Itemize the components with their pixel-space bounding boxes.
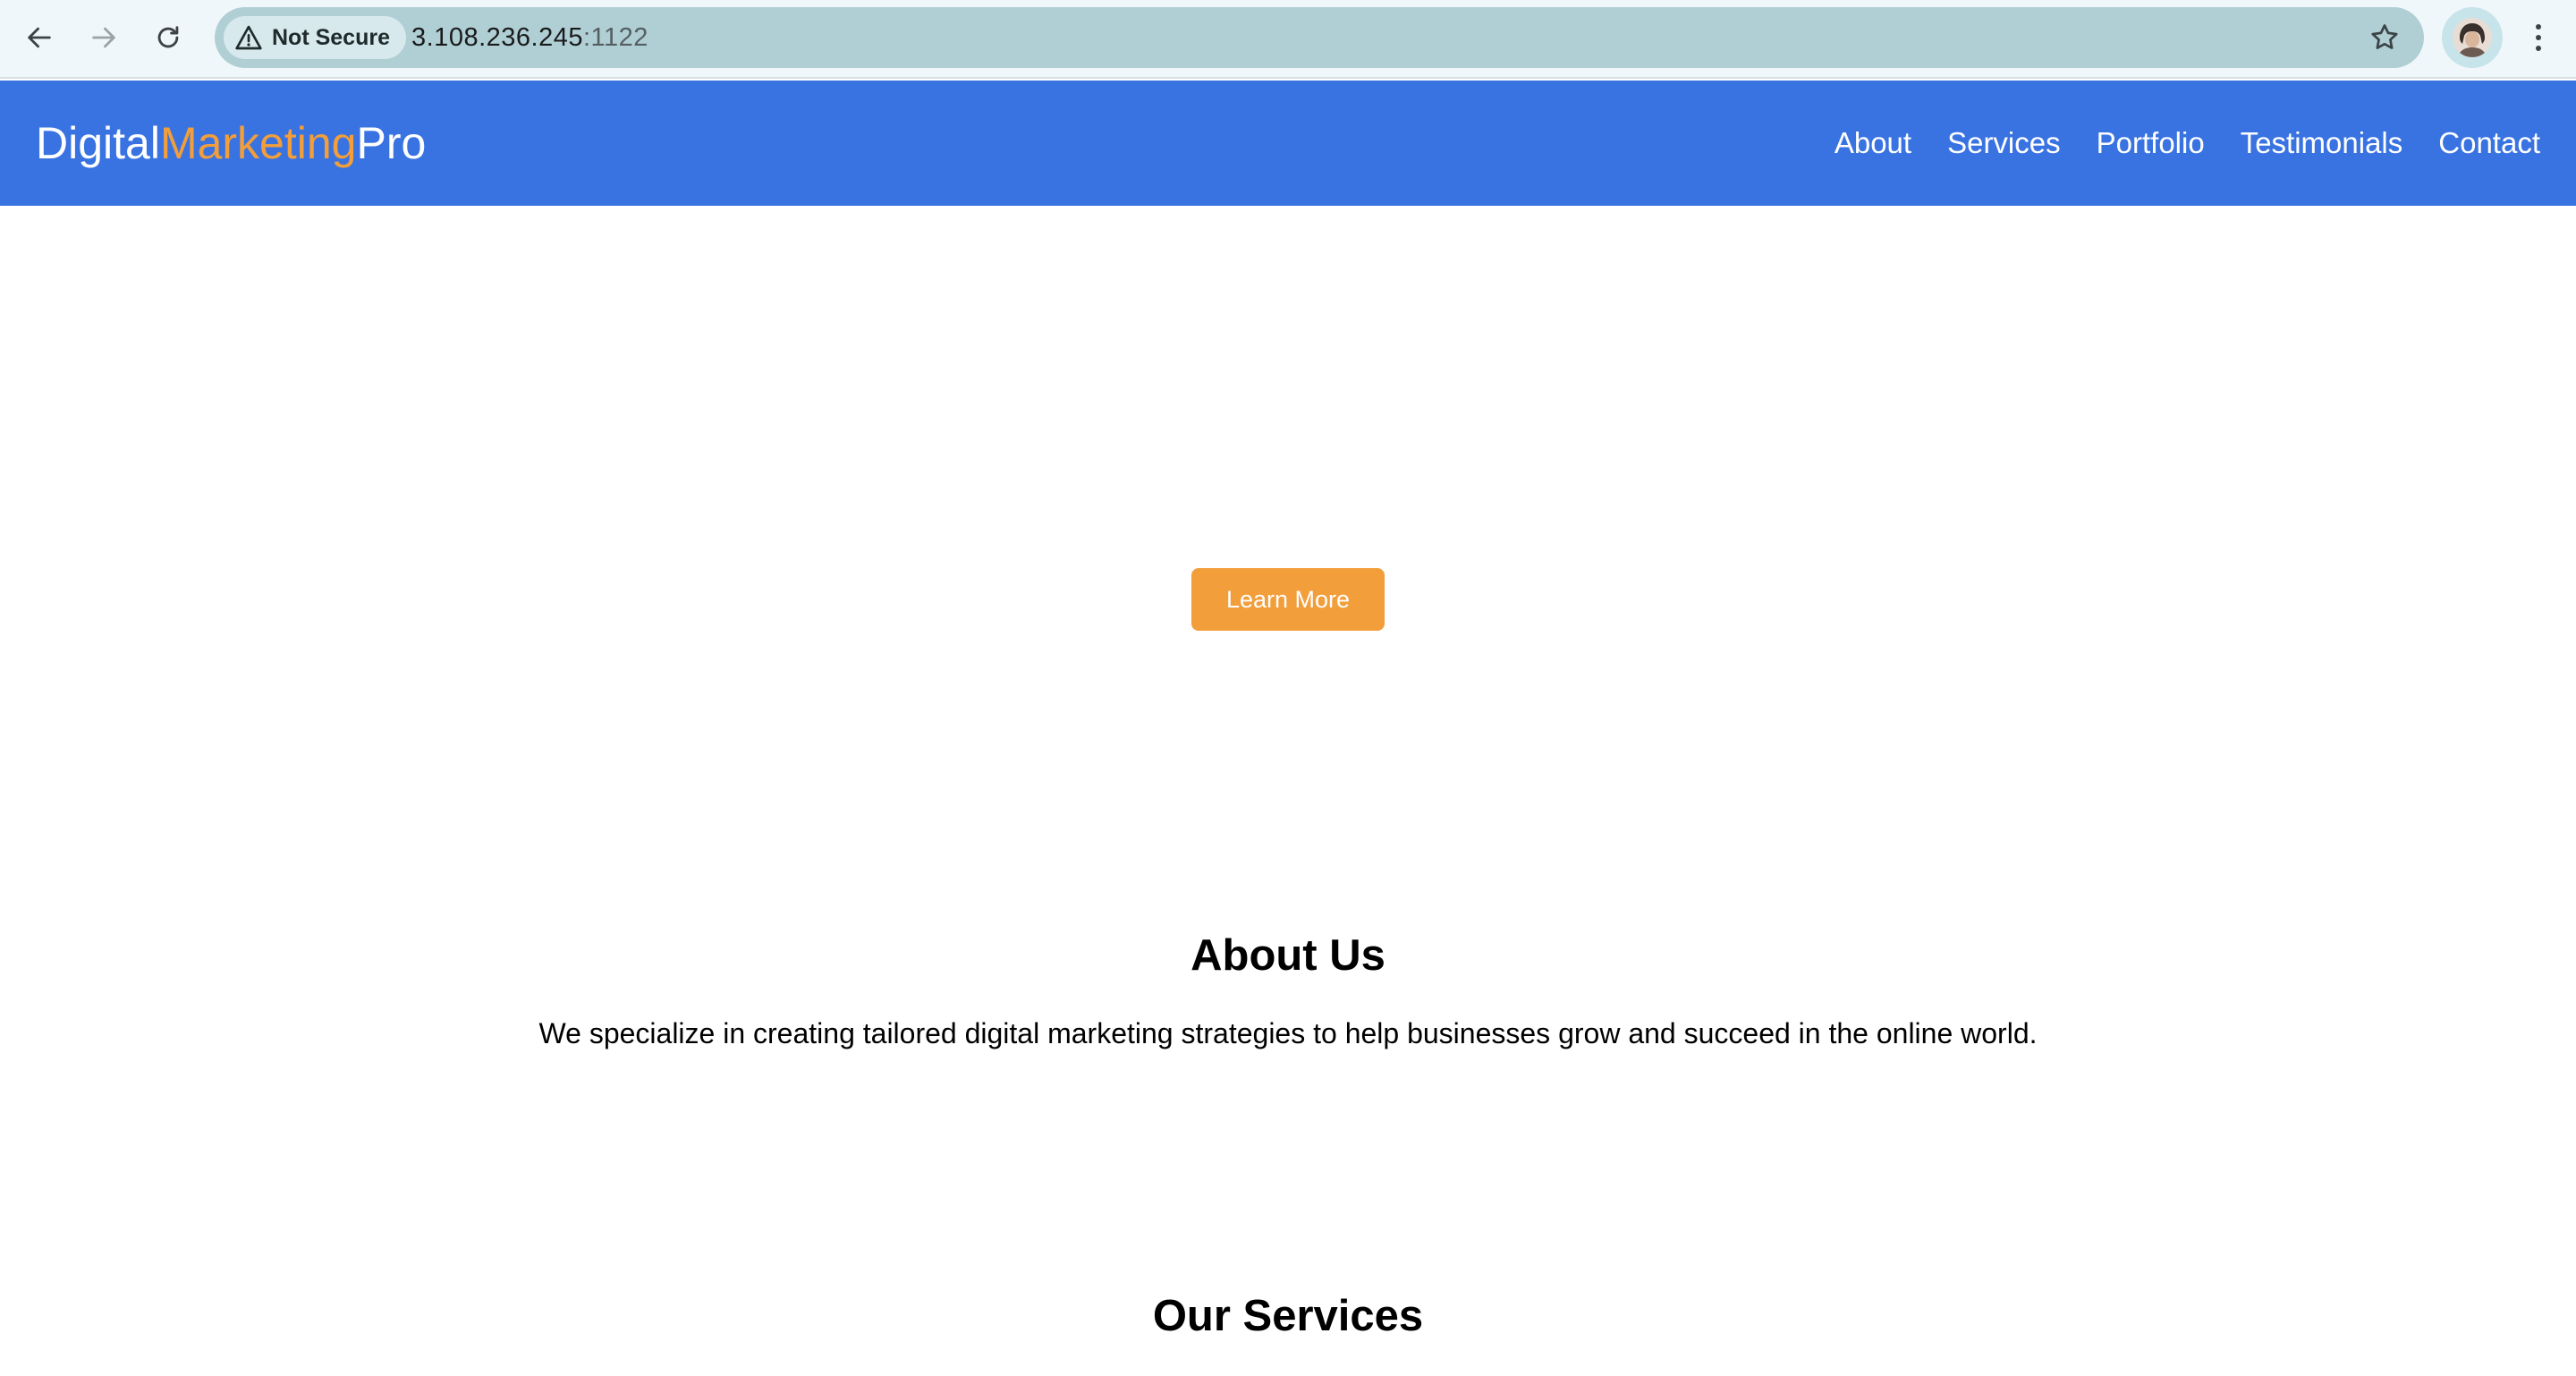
logo-part-pro: Pro [356,118,427,168]
warning-triangle-icon [235,25,262,50]
about-section-text: We specialize in creating tailored digit… [538,1017,2038,1049]
nav-link-about[interactable]: About [1835,126,1911,160]
url-text[interactable]: 3.108.236.245:1122 [411,7,648,68]
learn-more-button[interactable]: Learn More [1191,568,1385,631]
back-button[interactable] [14,13,64,63]
main-nav: About Services Portfolio Testimonials Co… [1835,81,2540,206]
forward-button[interactable] [79,13,129,63]
url-host: 3.108.236.245 [411,22,583,52]
profile-button[interactable] [2442,7,2503,68]
about-section-title: About Us [1191,931,1385,980]
services-section-title: Our Services [1152,1292,1424,1340]
nav-link-portfolio[interactable]: Portfolio [2097,126,2205,160]
star-icon [2371,24,2398,49]
security-label: Not Secure [272,24,390,50]
avatar [2453,18,2492,57]
security-chip[interactable]: Not Secure [224,16,406,59]
nav-link-contact[interactable]: Contact [2438,126,2540,160]
logo-part-digital: Digital [36,118,160,168]
kebab-menu-icon [2536,24,2541,51]
site-header: Digital Marketing Pro About Services Portf… [0,81,2576,206]
forward-arrow-icon [92,27,115,48]
reload-button[interactable] [143,13,193,63]
logo-part-marketing: Marketing [159,118,357,168]
reload-icon [157,26,179,48]
profile-avatar-icon [2453,18,2492,57]
nav-link-testimonials[interactable]: Testimonials [2241,126,2403,160]
back-arrow-icon [28,27,51,48]
nav-link-services[interactable]: Services [1947,126,2061,160]
browser-toolbar: Not Secure 3.108.236.245:1122 [0,0,2576,79]
bookmark-button[interactable] [2367,20,2402,55]
address-bar[interactable]: Not Secure 3.108.236.245:1122 [215,7,2424,68]
browser-menu-button[interactable] [2521,13,2556,63]
site-logo[interactable]: Digital Marketing Pro [36,81,426,206]
url-port: :1122 [582,22,648,52]
